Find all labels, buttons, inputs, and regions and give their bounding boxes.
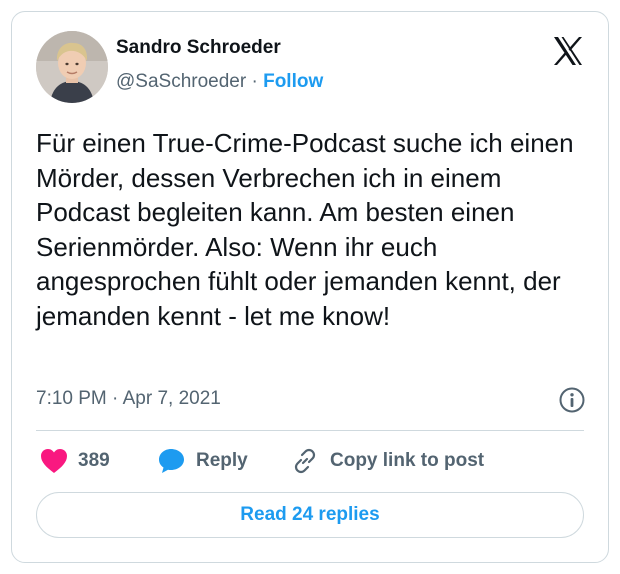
author-handle[interactable]: @SaSchroeder [116, 71, 246, 92]
timestamp-link[interactable]: 7:10 PM · Apr 7, 2021 [36, 388, 221, 410]
like-count: 389 [78, 450, 110, 471]
like-button[interactable]: 389 [40, 444, 110, 478]
heart-icon [41, 449, 67, 473]
tweet-header: Sandro Schroeder @SaSchroeder · Follow [36, 31, 584, 103]
copy-link-button[interactable]: Copy link to post [290, 444, 484, 478]
speech-bubble-icon [159, 449, 184, 473]
copy-link-label: Copy link to post [330, 450, 485, 471]
avatar[interactable] [36, 31, 108, 103]
avatar-image [36, 31, 108, 103]
action-bar: 389 Reply Copy link to post [36, 444, 586, 478]
author-name[interactable]: Sandro Schroeder [116, 37, 281, 59]
tweet-text: Für einen True-Crime-Podcast suche ich e… [36, 128, 581, 331]
tweet-meta: 7:10 PM · Apr 7, 2021 [36, 386, 586, 414]
link-icon [294, 448, 316, 474]
info-icon[interactable] [558, 386, 586, 414]
tweet-card: Sandro Schroeder @SaSchroeder · Follow F… [11, 11, 609, 563]
follow-button[interactable]: Follow [263, 71, 323, 92]
reply-button[interactable]: Reply [158, 444, 248, 478]
handle-row: @SaSchroeder · Follow [116, 71, 323, 93]
separator-dot: · [251, 71, 258, 92]
divider [36, 430, 584, 431]
reply-label: Reply [196, 450, 248, 471]
read-replies-button[interactable]: Read 24 replies [36, 492, 584, 538]
x-logo-icon[interactable] [552, 35, 584, 67]
